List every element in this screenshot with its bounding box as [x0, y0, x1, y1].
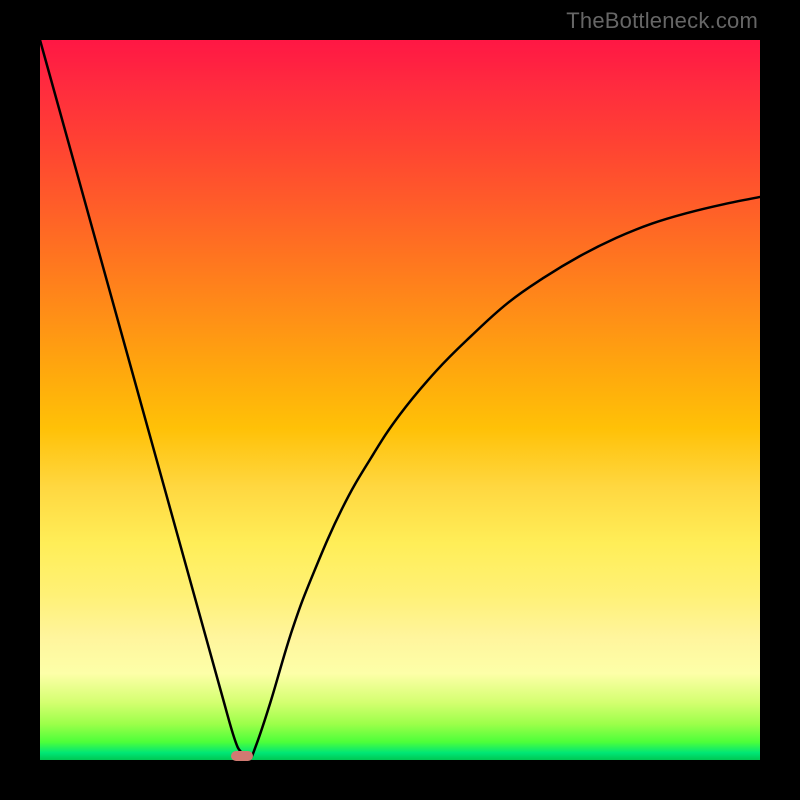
minimum-marker [231, 751, 253, 761]
plot-area [40, 40, 760, 760]
watermark-text: TheBottleneck.com [566, 8, 758, 34]
chart-frame: TheBottleneck.com [0, 0, 800, 800]
bottleneck-curve [40, 40, 760, 760]
